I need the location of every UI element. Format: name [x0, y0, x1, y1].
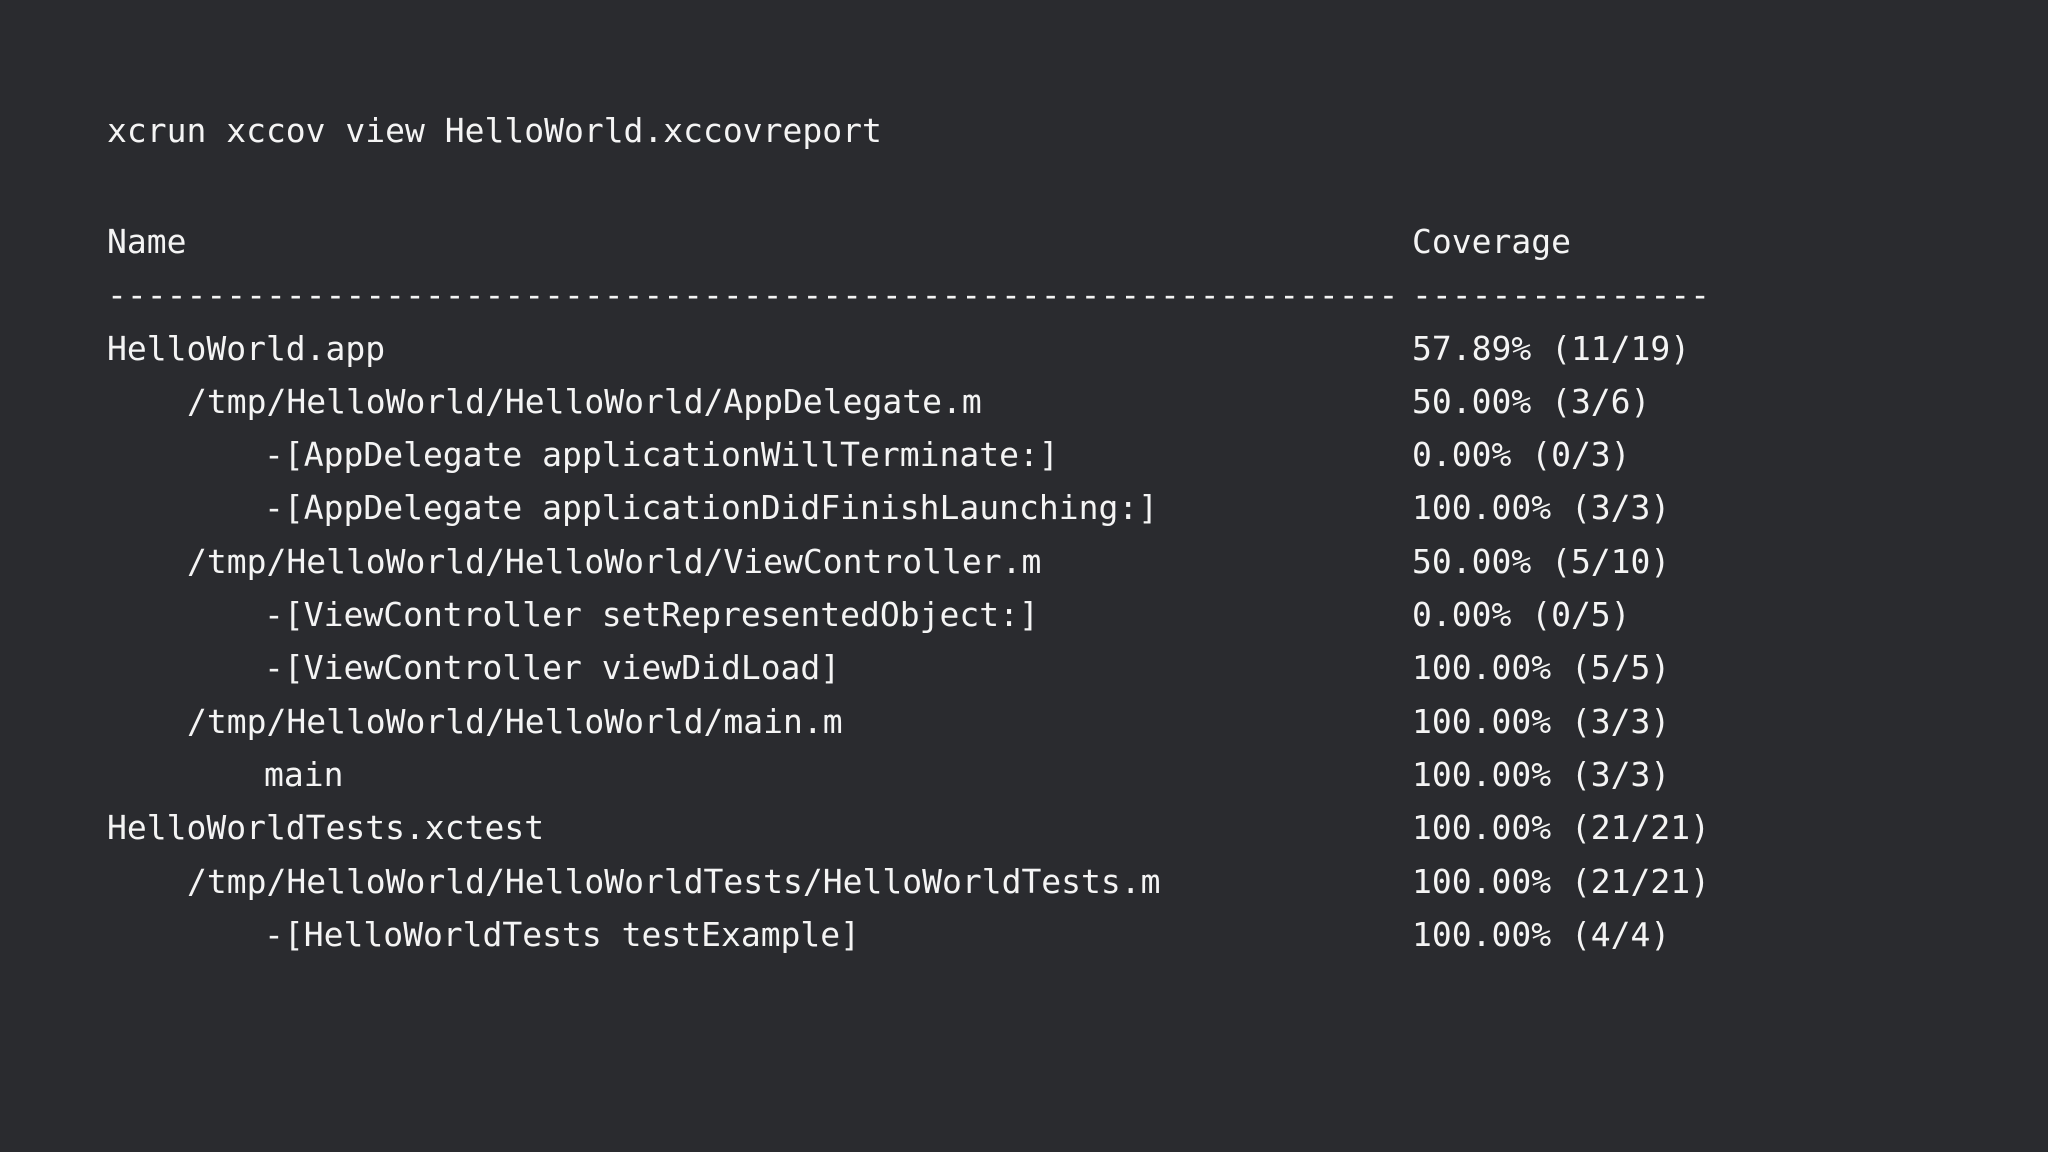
table-header: Name Coverage: [107, 215, 1947, 268]
row-name: /tmp/HelloWorld/HelloWorld/main.m: [187, 701, 843, 741]
row-coverage: 0.00% (0/5): [1412, 595, 1631, 635]
row-name: /tmp/HelloWorld/HelloWorldTests/HelloWor…: [187, 861, 1161, 901]
command-line: xcrun xccov view HelloWorld.xccovreport: [107, 111, 882, 150]
row-name: -[HelloWorldTests testExample]: [264, 914, 861, 954]
name-column-rule: ----------------------------------------…: [107, 275, 1393, 315]
table-row-function: -[AppDelegate applicationDidFinishLaunch…: [107, 481, 1947, 534]
table-row-function: -[ViewController viewDidLoad] 100.00% (5…: [107, 641, 1947, 694]
row-coverage: 100.00% (3/3): [1412, 754, 1671, 794]
row-name: -[ViewController viewDidLoad]: [264, 648, 841, 688]
table-row-file: /tmp/HelloWorld/HelloWorld/main.m 100.00…: [107, 695, 1947, 748]
table-row-function: -[HelloWorldTests testExample] 100.00% (…: [107, 908, 1947, 961]
table-row-function: -[AppDelegate applicationWillTerminate:]…: [107, 428, 1947, 481]
name-column-header: Name: [107, 222, 187, 261]
row-coverage: 57.89% (11/19): [1412, 328, 1691, 368]
table-row-file: /tmp/HelloWorld/HelloWorldTests/HelloWor…: [107, 855, 1947, 908]
row-coverage: 0.00% (0/3): [1412, 435, 1631, 475]
row-coverage: 100.00% (21/21): [1412, 861, 1711, 901]
coverage-column-header: Coverage: [1412, 222, 1571, 261]
header-separator: ----------------------------------------…: [107, 268, 1947, 321]
row-coverage: 100.00% (3/3): [1412, 488, 1671, 528]
row-name: /tmp/HelloWorld/HelloWorld/AppDelegate.m: [187, 381, 982, 421]
table-row-function: main 100.00% (3/3): [107, 748, 1947, 801]
row-name: HelloWorld.app: [107, 328, 386, 368]
row-name: -[AppDelegate applicationDidFinishLaunch…: [264, 488, 1159, 528]
row-coverage: 50.00% (5/10): [1412, 541, 1671, 581]
row-name: -[AppDelegate applicationWillTerminate:]: [264, 435, 1059, 475]
table-row-target: HelloWorld.app 57.89% (11/19): [107, 322, 1947, 375]
row-coverage: 100.00% (5/5): [1412, 648, 1671, 688]
row-name: -[ViewController setRepresentedObject:]: [264, 595, 1039, 635]
row-coverage: 50.00% (3/6): [1412, 381, 1651, 421]
row-coverage: 100.00% (3/3): [1412, 701, 1671, 741]
row-name: main: [264, 754, 344, 794]
row-name: /tmp/HelloWorld/HelloWorld/ViewControlle…: [187, 541, 1042, 581]
coverage-column-rule: ----------------: [1412, 275, 1711, 315]
table-row-function: -[ViewController setRepresentedObject:] …: [107, 588, 1947, 641]
table-row-file: /tmp/HelloWorld/HelloWorld/AppDelegate.m…: [107, 375, 1947, 428]
table-row-target: HelloWorldTests.xctest 100.00% (21/21): [107, 801, 1947, 854]
row-coverage: 100.00% (4/4): [1412, 914, 1671, 954]
terminal-output: xcrun xccov view HelloWorld.xccovreport …: [107, 108, 1947, 961]
table-row-file: /tmp/HelloWorld/HelloWorld/ViewControlle…: [107, 535, 1947, 588]
row-coverage: 100.00% (21/21): [1412, 808, 1711, 848]
row-name: HelloWorldTests.xctest: [107, 808, 545, 848]
